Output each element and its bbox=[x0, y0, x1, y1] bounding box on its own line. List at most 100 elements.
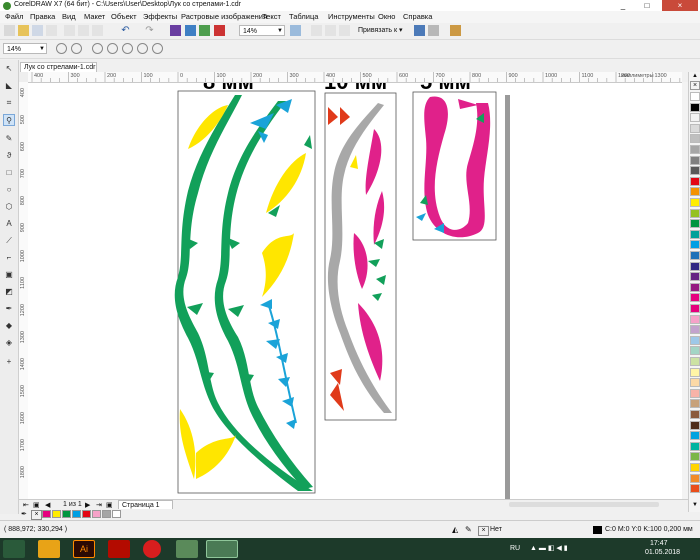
palette-swatch[interactable] bbox=[690, 219, 700, 229]
add-page-after-icon[interactable]: ▣ bbox=[106, 501, 113, 509]
palette-swatch[interactable] bbox=[690, 463, 700, 472]
clock-date[interactable]: 01.05.2018 bbox=[645, 549, 680, 556]
document-palette-swatch[interactable] bbox=[72, 510, 81, 518]
document-palette-swatch[interactable] bbox=[82, 510, 91, 518]
menu-file[interactable]: Файл bbox=[5, 12, 23, 21]
minimize-button[interactable]: _ bbox=[612, 0, 634, 11]
document-palette-swatch[interactable] bbox=[52, 510, 61, 518]
color-palette[interactable]: ▲ × ▼ bbox=[688, 72, 700, 512]
palette-swatch[interactable] bbox=[690, 335, 700, 345]
artistic-media-tool-icon[interactable]: ϑ bbox=[3, 150, 15, 162]
palette-swatch[interactable] bbox=[690, 293, 700, 303]
freehand-tool-icon[interactable]: ✎ bbox=[3, 133, 15, 145]
menu-layout[interactable]: Макет bbox=[84, 12, 105, 21]
new-document-icon[interactable] bbox=[4, 25, 15, 36]
eyedropper-icon[interactable]: ✒ bbox=[21, 510, 27, 518]
palette-scroll-up-icon[interactable]: ▲ bbox=[690, 73, 700, 79]
cut-icon[interactable] bbox=[64, 25, 75, 36]
add-tool-icon[interactable]: + bbox=[3, 356, 15, 368]
zoom-tool-icon[interactable]: ⚲ bbox=[3, 114, 15, 126]
zoom-to-all-objects-icon[interactable] bbox=[107, 43, 118, 54]
palette-swatch[interactable] bbox=[690, 346, 700, 356]
smart-fill-tool-icon[interactable]: ◈ bbox=[3, 337, 15, 349]
close-button[interactable]: × bbox=[662, 0, 698, 11]
palette-swatch[interactable] bbox=[690, 410, 700, 419]
palette-swatch[interactable] bbox=[690, 378, 700, 388]
palette-swatch[interactable] bbox=[690, 261, 700, 271]
menu-tools[interactable]: Инструменты bbox=[328, 12, 375, 21]
paste-icon[interactable] bbox=[92, 25, 103, 36]
document-palette-swatch[interactable] bbox=[112, 510, 121, 518]
zoom-to-page-icon[interactable] bbox=[122, 43, 133, 54]
palette-swatch[interactable] bbox=[690, 484, 700, 494]
palette-swatch[interactable] bbox=[690, 113, 700, 123]
palette-swatch[interactable] bbox=[690, 473, 700, 483]
parallel-dimension-tool-icon[interactable]: ⟋ bbox=[3, 235, 15, 247]
palette-swatch[interactable] bbox=[690, 208, 700, 218]
pick-tool-icon[interactable]: ↖ bbox=[3, 63, 15, 75]
copy-icon[interactable] bbox=[78, 25, 89, 36]
first-page-icon[interactable]: ⇤ bbox=[23, 501, 29, 509]
undo-icon[interactable]: ↶ bbox=[120, 25, 131, 36]
zoom-out-icon[interactable] bbox=[71, 43, 82, 54]
show-grid-icon[interactable] bbox=[325, 25, 336, 36]
zoom-level-combo[interactable]: 14% ▼ bbox=[239, 25, 285, 36]
drawing-canvas[interactable]: 8 мм 10 мм 5 мм bbox=[28, 83, 682, 499]
clock-time[interactable]: 17:47 bbox=[650, 540, 668, 547]
document-palette-swatch[interactable] bbox=[92, 510, 101, 518]
welcome-screen-icon[interactable] bbox=[450, 25, 461, 36]
publish-pdf-icon[interactable] bbox=[214, 25, 225, 36]
horizontal-ruler[interactable]: 400 300 200 100 0 100 200 300 400 500 600 700 800 900… bbox=[28, 72, 682, 83]
fill-none-swatch[interactable]: × bbox=[478, 526, 489, 536]
no-color-swatch[interactable]: × bbox=[31, 510, 42, 520]
next-page-icon[interactable]: ▶ bbox=[85, 501, 90, 509]
palette-swatch[interactable] bbox=[690, 123, 700, 133]
outline-color-swatch[interactable] bbox=[593, 526, 602, 534]
palette-swatch[interactable] bbox=[690, 251, 700, 260]
palette-swatch[interactable] bbox=[690, 229, 700, 239]
menu-text[interactable]: Текст bbox=[262, 12, 281, 21]
palette-swatch[interactable] bbox=[690, 272, 700, 282]
palette-swatch[interactable] bbox=[690, 304, 700, 313]
export-icon[interactable] bbox=[199, 25, 210, 36]
menu-window[interactable]: Окно bbox=[378, 12, 395, 21]
redo-icon[interactable]: ↷ bbox=[144, 25, 155, 36]
menu-help[interactable]: Справка bbox=[403, 12, 432, 21]
palette-swatch[interactable] bbox=[690, 145, 700, 154]
zoom-to-height-icon[interactable] bbox=[152, 43, 163, 54]
palette-swatch[interactable] bbox=[690, 155, 700, 165]
menu-table[interactable]: Таблица bbox=[289, 12, 318, 21]
menu-bitmaps[interactable]: Растровые изображения bbox=[181, 12, 267, 21]
last-page-icon[interactable]: ⇥ bbox=[96, 501, 102, 509]
illustrator-taskbar-icon[interactable]: Ai bbox=[73, 540, 95, 558]
palette-swatch[interactable] bbox=[690, 388, 700, 398]
zoom-to-selected-icon[interactable] bbox=[92, 43, 103, 54]
document-palette-swatch[interactable] bbox=[42, 510, 51, 518]
palette-swatch[interactable] bbox=[690, 240, 700, 250]
import-icon[interactable] bbox=[185, 25, 196, 36]
acrobat-taskbar-icon[interactable] bbox=[108, 540, 130, 558]
palette-swatch[interactable] bbox=[690, 198, 700, 207]
horizontal-scrollbar[interactable] bbox=[509, 502, 659, 507]
palette-swatch[interactable] bbox=[690, 314, 700, 324]
palette-swatch[interactable] bbox=[690, 420, 700, 430]
input-language-indicator[interactable]: RU bbox=[510, 545, 520, 552]
text-tool-icon[interactable]: A bbox=[3, 218, 15, 230]
add-page-icon[interactable]: ▣ bbox=[33, 501, 40, 509]
color-eyedropper-tool-icon[interactable]: ✒ bbox=[3, 303, 15, 315]
drop-shadow-tool-icon[interactable]: ▣ bbox=[3, 269, 15, 281]
menu-object[interactable]: Объект bbox=[111, 12, 137, 21]
connector-tool-icon[interactable]: ⌐ bbox=[3, 252, 15, 264]
maximize-button[interactable]: □ bbox=[636, 0, 658, 11]
transparency-tool-icon[interactable]: ◩ bbox=[3, 286, 15, 298]
palette-swatch[interactable] bbox=[690, 431, 700, 441]
shape-tool-icon[interactable]: ◣ bbox=[3, 80, 15, 92]
document-palette-swatch[interactable] bbox=[102, 510, 111, 518]
show-rulers-icon[interactable] bbox=[311, 25, 322, 36]
palette-scroll-down-icon[interactable]: ▼ bbox=[690, 502, 700, 508]
no-color-swatch[interactable]: × bbox=[690, 81, 700, 90]
rectangle-tool-icon[interactable]: □ bbox=[3, 167, 15, 179]
palette-swatch[interactable] bbox=[690, 367, 700, 377]
previous-page-icon[interactable]: ◀ bbox=[45, 501, 50, 509]
coreldraw-taskbar-icon[interactable] bbox=[206, 540, 238, 558]
